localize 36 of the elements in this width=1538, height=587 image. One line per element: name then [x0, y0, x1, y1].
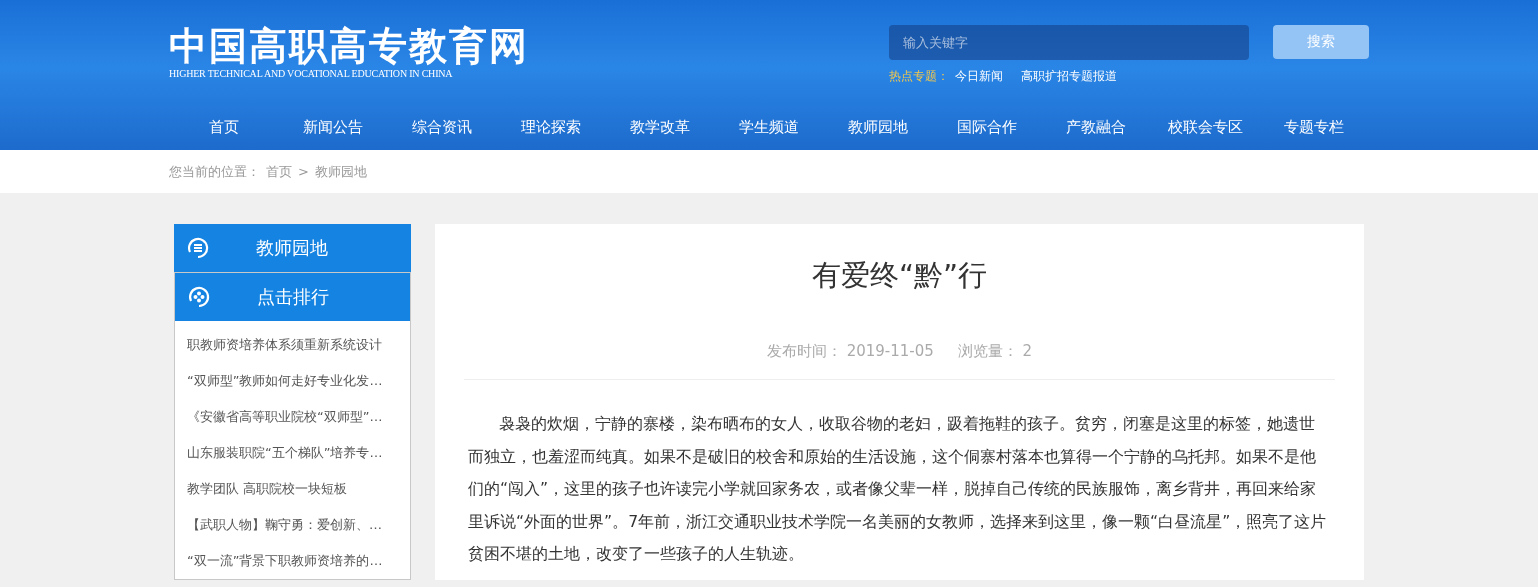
menu-icon	[186, 236, 210, 260]
breadcrumb-label: 您当前的位置：	[169, 162, 260, 181]
nav-link[interactable]: 国际合作	[932, 106, 1042, 148]
ranking-link[interactable]: 《安徽省高等职业院校“双师型”…	[175, 399, 410, 435]
site-logo-title: 中国高职高专教育网	[169, 26, 529, 66]
nav-link[interactable]: 产教融合	[1041, 106, 1151, 148]
nav-link[interactable]: 专题专栏	[1259, 106, 1370, 148]
search-field[interactable]: 输入关键字	[889, 25, 1249, 60]
article-paragraph: 袅袅的炊烟，宁静的寨楼，染布晒布的女人，收取谷物的老妇，趿着拖鞋的孩子。贫穷，闭塞是这里的标签，她遗世而独立，也羞涩而纯真。如果不是破旧的校舍和原始的生活设施，这个侗寨村落本也算得一个宁静的乌托邦。如果不是他们的“闯入”，这里的孩子也许读完小学就回家务农，或者像父辈一样，脱掉自己传统的民族服饰，离乡背井，再回来给家里诉说“外面的世界”。7年前，浙江交通职业技术学院一名美丽的女教师，选择来到这里，像一颗“白昼流星”，照亮了这片贫困不堪的土地，改变了一些孩子的人生轨迹。	[467, 414, 1328, 565]
nav-link[interactable]: 首页	[169, 106, 279, 148]
article-title: 有爱终“黔”行	[810, 257, 989, 294]
site-logo-subtitle: HIGHER TECHNICAL AND VOCATIONAL EDUCATION IN CHINA	[169, 68, 454, 79]
hot-topic-link[interactable]: 高职扩招专题报道	[1021, 68, 1117, 85]
nav-link[interactable]: 新闻公告	[278, 106, 388, 148]
nav-link[interactable]: 综合资讯	[387, 106, 497, 148]
ranking-link[interactable]: “双师型”教师如何走好专业化发…	[175, 363, 410, 399]
article-meta: 浏览量： 2	[957, 342, 1033, 361]
nav-link[interactable]: 理论探索	[496, 106, 606, 148]
ranking-link[interactable]: 教学团队 高职院校一块短板	[175, 471, 410, 507]
nav-link[interactable]: 教学改革	[605, 106, 715, 148]
diamond-icon	[187, 285, 211, 309]
nav-link[interactable]: 教师园地	[823, 106, 933, 148]
nav-link[interactable]: 学生频道	[714, 106, 824, 148]
nav-link[interactable]: 校联会专区	[1150, 106, 1260, 148]
hot-topic-link[interactable]: 今日新闻	[955, 68, 1003, 85]
sidebar-title: 点击排行	[257, 285, 329, 309]
hot-topics-label: 热点专题：	[889, 68, 949, 85]
breadcrumb-link[interactable]: 教师园地	[314, 162, 367, 181]
ranking-link[interactable]: 山东服装职院“五个梯队”培养专…	[175, 435, 410, 471]
ranking-link[interactable]: 【武职人物】鞠守勇：爱创新、…	[175, 507, 410, 543]
article-meta: 发布时间： 2019-11-05	[766, 342, 934, 361]
sidebar-title: 教师园地	[256, 236, 328, 260]
ranking-link[interactable]: 职教师资培养体系须重新系统设计	[175, 327, 410, 363]
breadcrumb-link[interactable]: 首页	[266, 162, 292, 181]
ranking-link[interactable]: “双一流”背景下职教师资培养的…	[175, 543, 410, 579]
breadcrumb-separator: >	[298, 164, 309, 179]
